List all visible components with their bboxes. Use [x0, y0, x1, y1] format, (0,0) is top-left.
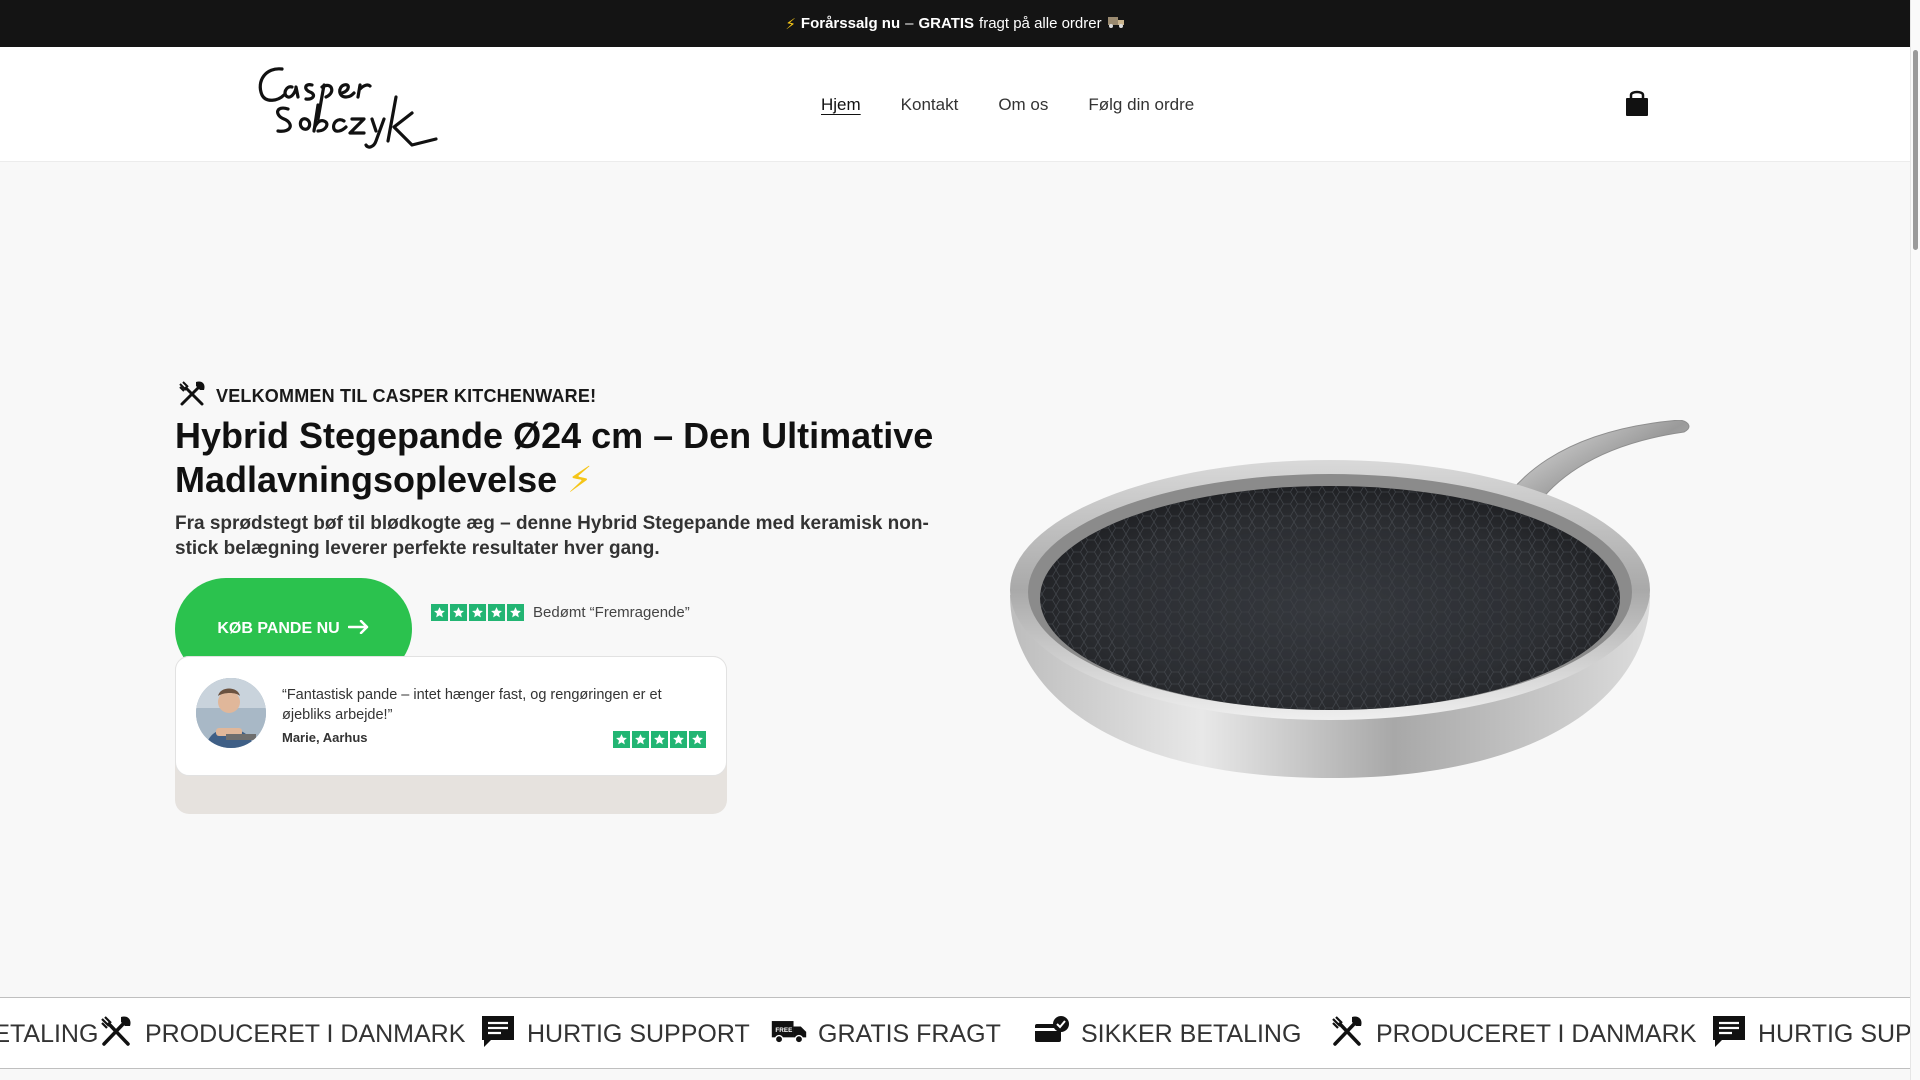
scrollbar-thumb[interactable]	[1913, 50, 1918, 250]
utensils-icon	[1328, 1012, 1366, 1057]
marquee-label: HURTIG SUPPORT	[527, 1019, 750, 1048]
reviewer-avatar	[196, 678, 266, 748]
page-scrollbar[interactable]	[1910, 0, 1920, 1080]
star-icon	[488, 604, 505, 621]
welcome-tagline: VELKOMMEN TIL CASPER KITCHENWARE!	[176, 378, 596, 415]
marquee-label: PRODUCERET I DANMARK	[1376, 1019, 1697, 1048]
hero-subline: Fra sprødstegt bøf til blødkogte æg – de…	[175, 513, 929, 559]
marquee-label: PRODUCERET I DANMARK	[145, 1019, 466, 1048]
star-icon	[431, 604, 448, 621]
headline-text: Hybrid Stegepande Ø24 cm – Den Ultimativ…	[175, 415, 934, 500]
card-check-icon	[1033, 1012, 1071, 1057]
nav-item-kontakt[interactable]: Kontakt	[901, 95, 959, 115]
chat-icon	[1710, 1012, 1748, 1057]
shopping-bag-icon[interactable]	[1621, 87, 1653, 119]
marquee-item: FREE GRATIS FRAGT	[770, 998, 1001, 1068]
welcome-text: VELKOMMEN TIL CASPER KITCHENWARE!	[216, 386, 597, 406]
marquee-item: PRODUCERET I DANMARK	[97, 998, 466, 1068]
marquee-item: HURTIG SUPPORT	[479, 998, 750, 1068]
review-card: “Fantastisk pande – intet hænger fast, o…	[175, 656, 727, 776]
nav-item-om-os[interactable]: Om os	[998, 95, 1048, 115]
lightning-icon: ⚡	[785, 15, 796, 33]
star-icon	[670, 731, 687, 748]
star-icon	[689, 731, 706, 748]
main-nav: Hjem Kontakt Om os Følg din ordre	[821, 47, 1194, 162]
announcement-bar: ⚡ Forårssalg nu – GRATIS fragt på alle o…	[0, 0, 1910, 47]
marquee-label: HURTIG SUPPORT	[1758, 1019, 1910, 1048]
review-stars	[613, 731, 706, 748]
free-truck-icon: FREE	[770, 1012, 808, 1057]
review-card-shadow: “Fantastisk pande – intet hænger fast, o…	[175, 656, 727, 814]
marquee-label: SIKKER BETALING	[0, 1019, 99, 1048]
marquee-label: SIKKER BETALING	[1081, 1019, 1302, 1048]
usp-marquee: SIKKER BETALING PRODUCERET I DANMARK HUR…	[0, 997, 1910, 1069]
arrow-right-icon	[347, 619, 370, 639]
marquee-item: PRODUCERET I DANMARK	[1328, 998, 1697, 1068]
svg-text:FREE: FREE	[775, 1026, 792, 1033]
chat-icon	[479, 1012, 517, 1057]
marquee-item: SIKKER BETALING	[1033, 998, 1302, 1068]
star-icon	[651, 731, 668, 748]
star-icon	[507, 604, 524, 621]
lightning-icon: ⚡	[567, 459, 593, 500]
announcement-bold: Forårssalg nu	[800, 15, 901, 32]
nav-item-hjem[interactable]: Hjem	[821, 95, 861, 115]
star-icon	[450, 604, 467, 621]
star-icon	[613, 731, 630, 748]
buy-pan-label: KØB PANDE NU	[217, 620, 340, 637]
review-quote: “Fantastisk pande – intet hænger fast, o…	[282, 687, 662, 723]
star-icon	[632, 731, 649, 748]
star-icon	[469, 604, 486, 621]
marquee-item: HURTIG SUPPORT	[1710, 998, 1910, 1068]
nav-item-folg-din-ordre[interactable]: Følg din ordre	[1088, 95, 1194, 115]
product-image-pan	[1000, 419, 1710, 790]
rating-line: Bedømt “Fremragende”	[431, 604, 690, 621]
announcement-rest: fragt på alle ordrer	[979, 15, 1102, 32]
site-header: Hjem Kontakt Om os Følg din ordre	[0, 47, 1910, 162]
utensils-icon	[97, 1012, 135, 1057]
truck-emoji-icon	[1107, 15, 1125, 33]
trustpilot-stars	[431, 604, 524, 621]
brand-logo[interactable]	[252, 57, 452, 151]
announcement-dash: –	[905, 15, 914, 32]
marquee-label: GRATIS FRAGT	[818, 1019, 1001, 1048]
rating-text: Bedømt “Fremragende”	[533, 604, 690, 621]
announcement-gratis: GRATIS	[918, 15, 975, 32]
utensils-icon	[176, 378, 208, 415]
review-author: Marie, Aarhus	[282, 730, 368, 745]
hero-headline: Hybrid Stegepande Ø24 cm – Den Ultimativ…	[175, 414, 965, 502]
marquee-item: SIKKER BETALING	[0, 998, 99, 1068]
